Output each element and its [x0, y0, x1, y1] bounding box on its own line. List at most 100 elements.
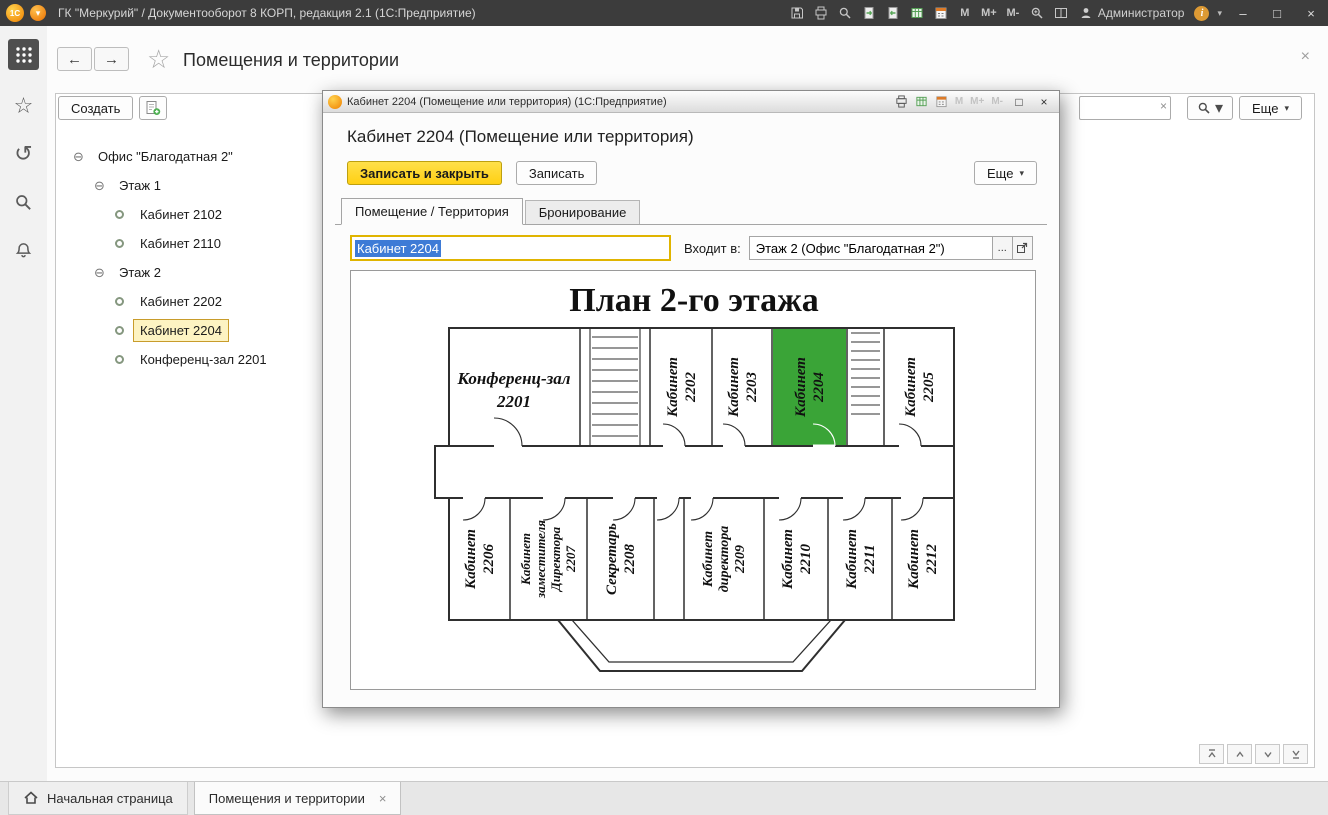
nav-forward-button[interactable]: →	[94, 47, 129, 71]
home-icon	[24, 791, 38, 804]
zoom-icon[interactable]	[1029, 4, 1045, 22]
info-icon[interactable]: i	[1194, 5, 1210, 21]
print-icon[interactable]	[895, 95, 908, 108]
room-2204-highlight[interactable]	[773, 329, 846, 445]
quick-search: ×	[1079, 96, 1172, 120]
scroll-to-bottom-button[interactable]	[1283, 744, 1308, 764]
premises-tab[interactable]: Помещения и территории ×	[193, 782, 402, 815]
parent-open-button[interactable]	[1012, 236, 1033, 260]
dialog-tabs: Помещение / Территория Бронирование	[335, 198, 1047, 225]
favorite-toggle-icon[interactable]: ☆	[147, 44, 170, 75]
spreadsheet-icon[interactable]	[909, 4, 925, 22]
user-name: Администратор	[1097, 6, 1185, 20]
open-link-icon	[1017, 242, 1028, 253]
room-labels: Конференц-зал 2201 Кабинет 2202 Кабинет …	[457, 357, 941, 599]
collapse-icon[interactable]: ⊖	[71, 149, 86, 165]
open-windows-bar: Начальная страница Помещения и территори…	[0, 781, 1328, 815]
room-name-input[interactable]: Кабинет 2204	[350, 235, 671, 261]
history-icon[interactable]: ↺	[11, 142, 37, 166]
save-and-close-button[interactable]: Записать и закрыть	[347, 161, 502, 185]
room-2206-label: Кабинет	[463, 529, 479, 590]
favorites-icon[interactable]: ☆	[11, 94, 37, 118]
floor-plan-box: План 2-го этажа Конференц-зал 2201 Кабин…	[350, 270, 1036, 690]
search-clear-icon[interactable]: ×	[1160, 100, 1167, 112]
search-icon[interactable]	[11, 190, 37, 214]
new-document-icon	[146, 101, 161, 115]
dialog-window-title: Кабинет 2204 (Помещение или территория) …	[347, 95, 667, 108]
current-user[interactable]: Администратор	[1079, 6, 1185, 20]
room-2209-number: 2209	[733, 545, 748, 574]
room-2203-number: 2203	[744, 372, 760, 404]
parent-field-value: Этаж 2 (Офис "Благодатная 2")	[755, 240, 945, 256]
dialog-form-row: Кабинет 2204 Входит в: Этаж 2 (Офис "Бла…	[350, 235, 1037, 261]
spreadsheet-icon[interactable]	[915, 95, 928, 108]
room-2208-label: Секретарь	[604, 523, 620, 595]
tools-menu-button[interactable]	[8, 39, 39, 70]
door-arcs	[462, 417, 924, 521]
magnifier-icon	[1198, 102, 1210, 114]
calc-memory-store-button[interactable]: M	[957, 4, 973, 22]
calc-memory-store-button: M	[954, 96, 964, 107]
find-icon[interactable]	[837, 4, 853, 22]
parent-field[interactable]: Этаж 2 (Офис "Благодатная 2")	[748, 236, 993, 260]
list-scroll-buttons	[1199, 744, 1308, 764]
save-button[interactable]: Записать	[515, 161, 598, 185]
main-menu-button[interactable]: ▾	[30, 5, 46, 21]
room-2205-label: Кабинет	[903, 357, 919, 418]
dialog-header: Кабинет 2204 (Помещение или территория)	[347, 127, 694, 146]
dialog-close-button[interactable]: ×	[1035, 94, 1053, 110]
dialog-more-button[interactable]: Еще ▾	[974, 161, 1037, 185]
dialog-maximize-button[interactable]: □	[1010, 94, 1028, 110]
tree-item-label: Этаж 2	[119, 265, 161, 280]
print-icon[interactable]	[813, 4, 829, 22]
room-2206-number: 2206	[481, 544, 497, 576]
notifications-bell-icon[interactable]	[11, 238, 37, 262]
tree-item-label: Конференц-зал 2201	[140, 352, 267, 367]
dialog-titlebar[interactable]: Кабинет 2204 (Помещение или территория) …	[323, 91, 1059, 113]
room-2204-label: Кабинет	[793, 357, 809, 418]
export-document-icon[interactable]	[861, 4, 877, 22]
room-2211-label: Кабинет	[844, 529, 860, 590]
page-close-icon[interactable]: ×	[1301, 48, 1310, 66]
create-button[interactable]: Создать	[58, 96, 134, 120]
room-2208-number: 2208	[622, 544, 638, 576]
search-button[interactable]: ▾	[1187, 96, 1234, 120]
scroll-to-top-button[interactable]	[1199, 744, 1224, 764]
room-2212-number: 2212	[924, 544, 940, 576]
collapse-icon[interactable]: ⊖	[92, 265, 107, 281]
maximize-button[interactable]: □	[1264, 3, 1290, 23]
stairs-left-icon	[589, 328, 641, 446]
tab-close-icon[interactable]: ×	[379, 791, 387, 806]
tab-premise-territory[interactable]: Помещение / Территория	[341, 198, 523, 225]
calc-memory-minus-button[interactable]: M-	[1005, 4, 1021, 22]
minimize-button[interactable]: –	[1230, 3, 1256, 23]
split-view-icon[interactable]	[1053, 4, 1069, 22]
tab-booking[interactable]: Бронирование	[524, 200, 641, 224]
more-button[interactable]: Еще ▾	[1239, 96, 1302, 120]
room-item-icon	[115, 239, 124, 248]
user-icon	[1081, 8, 1091, 18]
titlebar-tools: M M+ M- Администратор i ▾ – □ ×	[789, 3, 1324, 23]
room-2209-label-2: директора	[717, 526, 732, 593]
tree-item-label: Кабинет 2102	[140, 207, 222, 222]
collapse-icon[interactable]: ⊖	[92, 178, 107, 194]
calc-memory-plus-button[interactable]: M+	[981, 4, 997, 22]
room-2203-label: Кабинет	[726, 357, 742, 418]
save-icon[interactable]	[789, 4, 805, 22]
calendar-icon[interactable]	[935, 95, 948, 108]
scroll-down-button[interactable]	[1255, 744, 1280, 764]
close-button[interactable]: ×	[1298, 3, 1324, 23]
quick-search-input[interactable]	[1079, 96, 1172, 120]
room-item-icon	[115, 326, 124, 335]
parent-select-button[interactable]: ...	[992, 236, 1013, 260]
import-document-icon[interactable]	[885, 4, 901, 22]
nav-back-button[interactable]: ←	[57, 47, 92, 71]
bay-window	[557, 619, 846, 672]
titlebar-menu-caret-icon[interactable]: ▾	[1217, 8, 1222, 19]
scroll-up-button[interactable]	[1227, 744, 1252, 764]
create-group-button[interactable]	[139, 96, 168, 120]
more-button-label: Еще	[1252, 100, 1279, 116]
room-2207-label-3: Директора	[548, 526, 563, 592]
home-page-tab[interactable]: Начальная страница	[8, 782, 188, 815]
calendar-icon[interactable]	[933, 4, 949, 22]
